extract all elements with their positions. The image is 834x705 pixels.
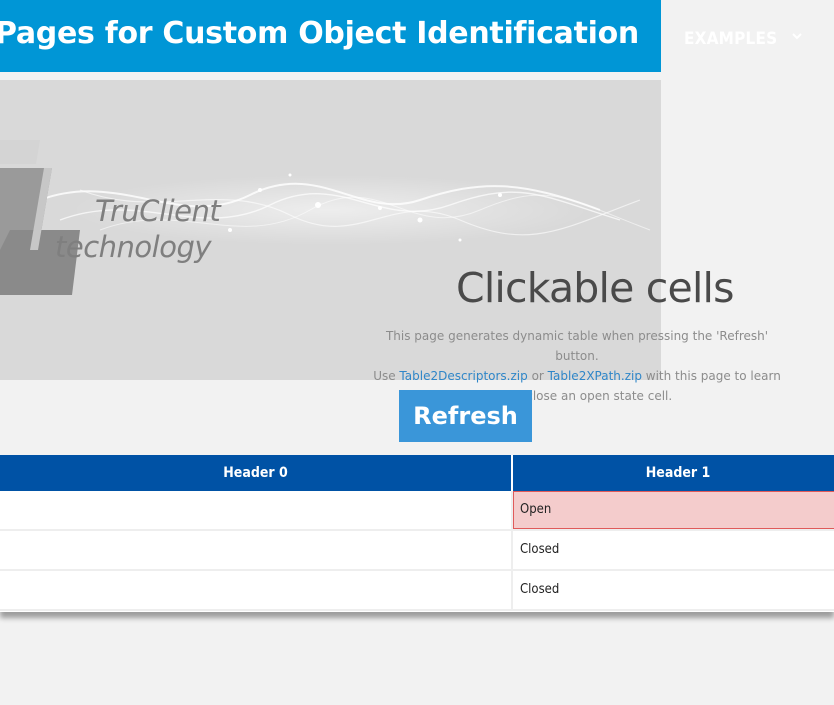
desc-line1: This page generates dynamic table when p… [385,329,769,363]
nav-examples[interactable]: EXAMPLES [684,29,777,49]
refresh-button[interactable]: Refresh [399,390,532,442]
table-row: Open [0,491,834,531]
table-row: Closed [0,571,834,611]
logo-text-truclient: TruClient [95,194,221,228]
table-cell[interactable] [0,571,511,609]
hero-banner: TruClient technology Clickable cells Thi… [0,80,781,403]
table-cell-open[interactable]: Open [513,491,834,529]
table-cell[interactable] [0,491,511,529]
table-cell-closed[interactable]: Closed [513,571,834,609]
desc-line2-end: with this page to learn [641,369,781,383]
title-bar: ple Pages for Custom Object Identificati… [0,0,661,72]
clickable-table: Header 0 Header 1 Open Closed Closed [0,455,834,612]
logo-text-technology: technology [55,230,212,264]
header-0: Header 0 [0,455,511,491]
desc-or: or [527,369,548,383]
table-row: Closed [0,531,834,571]
chevron-down-icon[interactable] [791,30,803,42]
table-cell[interactable] [0,531,511,569]
header-1: Header 1 [513,455,834,491]
table2descriptors-link[interactable]: Table2Descriptors.zip [399,369,527,383]
page-title: ple Pages for Custom Object Identificati… [0,16,639,51]
desc-use: Use [373,369,400,383]
table-cell-closed[interactable]: Closed [513,531,834,569]
table2xpath-link[interactable]: Table2XPath.zip [548,369,642,383]
hero-title: Clickable cells [456,264,734,312]
